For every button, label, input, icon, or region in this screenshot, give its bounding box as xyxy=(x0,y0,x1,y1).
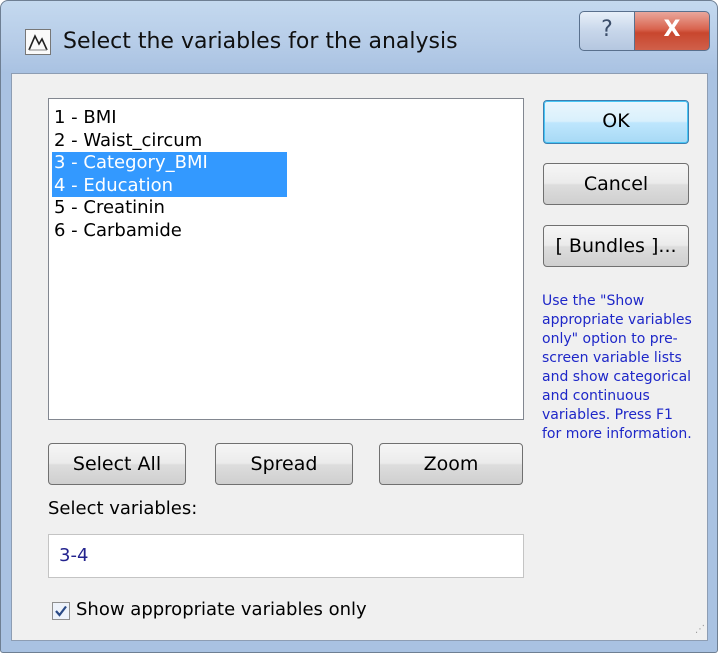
dialog-client-area: 1 - BMI 2 - Waist_circum 3 - Category_BM… xyxy=(11,73,708,641)
list-item[interactable]: 6 - Carbamide xyxy=(52,220,523,243)
select-variables-label: Select variables: xyxy=(48,498,198,519)
select-all-button[interactable]: Select All xyxy=(48,443,186,485)
list-item[interactable]: 2 - Waist_circum xyxy=(52,130,523,153)
dialog-window: Select the variables for the analysis ? … xyxy=(0,0,718,653)
spread-button[interactable]: Spread xyxy=(215,443,353,485)
zoom-button[interactable]: Zoom xyxy=(379,443,523,485)
list-item-selected[interactable]: 4 - Education xyxy=(52,174,287,197)
variables-listbox[interactable]: 1 - BMI 2 - Waist_circum 3 - Category_BM… xyxy=(48,98,524,420)
checkmark-icon xyxy=(55,605,67,617)
resize-grip-icon[interactable]: ⋰ xyxy=(695,625,707,637)
info-text: Use the "Show appropriate variables only… xyxy=(542,293,692,442)
cancel-button[interactable]: Cancel xyxy=(543,163,689,205)
select-variables-input[interactable]: 3-4 xyxy=(48,534,524,578)
window-title: Select the variables for the analysis xyxy=(63,29,458,54)
show-appropriate-checkbox[interactable] xyxy=(52,602,70,620)
app-icon xyxy=(25,29,51,55)
list-item[interactable]: 1 - BMI xyxy=(52,107,523,130)
ok-button[interactable]: OK xyxy=(543,100,689,144)
list-item[interactable]: 5 - Creatinin xyxy=(52,197,523,220)
show-appropriate-label[interactable]: Show appropriate variables only xyxy=(76,599,367,620)
help-button[interactable]: ? xyxy=(579,11,635,51)
close-button[interactable]: X xyxy=(634,11,710,51)
bundles-button[interactable]: [ Bundles ]... xyxy=(543,225,689,267)
list-item-selected[interactable]: 3 - Category_BMI xyxy=(52,152,287,175)
